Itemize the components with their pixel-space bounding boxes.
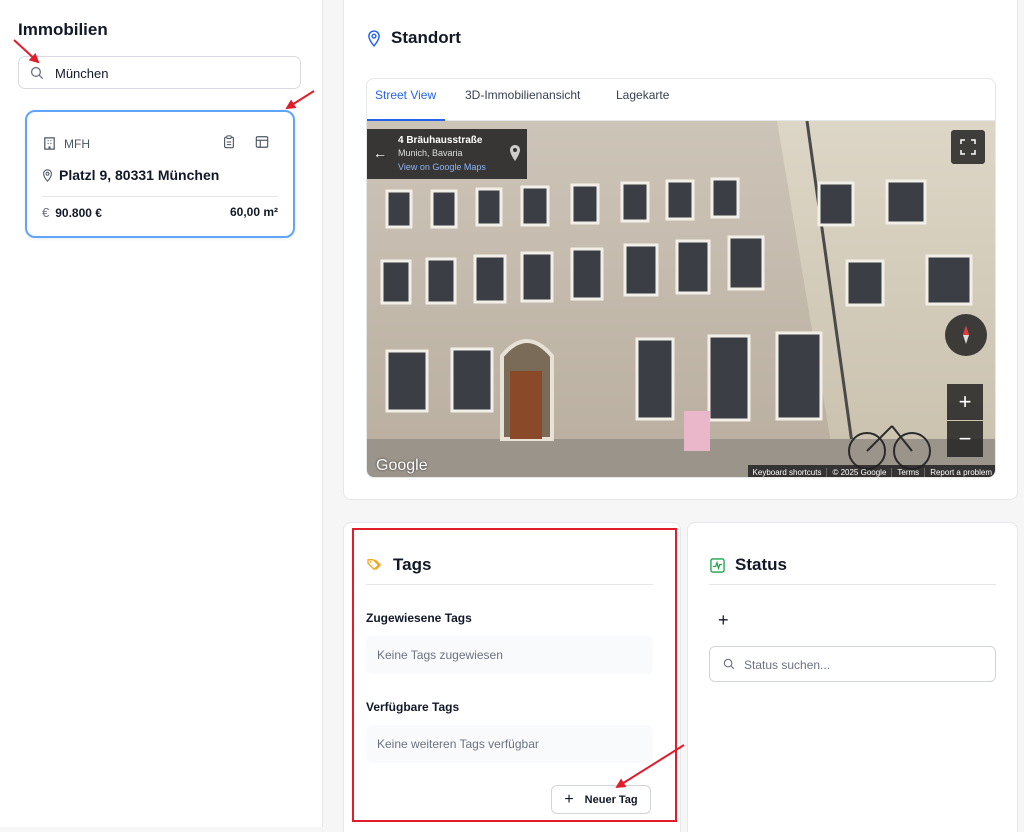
- plus-icon: +: [564, 790, 574, 808]
- map-pin-icon: [43, 168, 52, 182]
- property-address-row: Platzl 9, 80331 München: [42, 167, 219, 183]
- zoom-out-button[interactable]: −: [947, 421, 983, 457]
- map-tabs: Street View 3D-Immobilienansicht Lagekar…: [367, 79, 995, 121]
- property-type: MFH: [42, 136, 90, 151]
- status-divider: [709, 584, 996, 585]
- available-tags-label: Verfügbare Tags: [366, 700, 460, 714]
- report-problem-link[interactable]: Report a problem: [924, 467, 995, 477]
- tab-lagekarte[interactable]: Lagekarte: [616, 88, 669, 102]
- terms-link[interactable]: Terms: [891, 467, 924, 477]
- city-name: Munich, Bavaria: [398, 148, 463, 158]
- copyright-text: © 2025 Google: [826, 467, 891, 477]
- status-search-input[interactable]: [742, 656, 982, 674]
- tab-3d-view[interactable]: 3D-Immobilienansicht: [465, 88, 580, 102]
- tags-title: Tags: [367, 555, 431, 575]
- tags-icon: [367, 559, 382, 571]
- sidebar-title: Immobilien: [18, 20, 108, 39]
- sidebar: Immobilien MFH: [0, 0, 323, 827]
- add-status-button[interactable]: +: [718, 610, 729, 631]
- location-pin-icon: [510, 145, 520, 161]
- property-price-row: € 90.800 €: [42, 205, 102, 220]
- search-icon: [723, 658, 735, 670]
- back-arrow-icon[interactable]: ←: [373, 145, 387, 161]
- status-title-text: Status: [735, 555, 787, 574]
- street-view[interactable]: ← 4 Bräuhausstraße Munich, Bavaria View …: [367, 121, 995, 477]
- map-pin-icon: [368, 29, 380, 47]
- status-search[interactable]: [709, 646, 996, 682]
- zoom-in-button[interactable]: +: [947, 384, 983, 420]
- standort-title: Standort: [367, 28, 461, 48]
- property-price: 90.800 €: [55, 205, 102, 220]
- building-icon: [44, 137, 55, 150]
- property-actions: [222, 135, 269, 149]
- card-divider: [42, 196, 278, 197]
- euro-icon: €: [42, 205, 50, 220]
- tab-street-view[interactable]: Street View: [375, 88, 436, 102]
- street-view-info-box: ← 4 Bräuhausstraße Munich, Bavaria View …: [367, 129, 527, 179]
- clipboard-icon[interactable]: [222, 135, 236, 149]
- tags-divider: [366, 584, 653, 585]
- assigned-tags-empty: Keine Tags zugewiesen: [366, 636, 653, 674]
- activity-icon: [710, 557, 725, 573]
- available-tags-empty: Keine weiteren Tags verfügbar: [366, 725, 653, 763]
- keyboard-shortcuts-link[interactable]: Keyboard shortcuts: [748, 468, 827, 477]
- google-logo: Google: [376, 457, 428, 474]
- standort-title-text: Standort: [391, 28, 461, 47]
- new-tag-label: Neuer Tag: [584, 793, 638, 806]
- street-name: 4 Bräuhausstraße: [398, 135, 483, 146]
- property-area: 60,00 m²: [229, 205, 278, 219]
- search-icon: [30, 66, 44, 80]
- assigned-tags-label: Zugewiesene Tags: [366, 611, 472, 625]
- fullscreen-icon: [960, 139, 976, 155]
- compass-button[interactable]: [945, 314, 987, 356]
- property-card[interactable]: MFH Platzl 9, 80331 München € 90.800 € 6…: [25, 110, 295, 238]
- layout-table-icon[interactable]: [255, 135, 269, 149]
- property-address: Platzl 9, 80331 München: [59, 167, 220, 183]
- compass-icon: [963, 326, 969, 344]
- property-search[interactable]: [18, 56, 301, 89]
- new-tag-button[interactable]: + Neuer Tag: [551, 785, 651, 814]
- property-type-label: MFH: [64, 136, 90, 151]
- map-panel: Street View 3D-Immobilienansicht Lagekar…: [366, 78, 996, 478]
- search-input[interactable]: [53, 63, 293, 83]
- status-title: Status: [710, 555, 787, 575]
- google-maps-link[interactable]: View on Google Maps: [398, 162, 486, 172]
- fullscreen-button[interactable]: [951, 130, 985, 164]
- street-view-footer: Keyboard shortcuts © 2025 Google Terms R…: [747, 465, 995, 477]
- tags-title-text: Tags: [393, 555, 432, 574]
